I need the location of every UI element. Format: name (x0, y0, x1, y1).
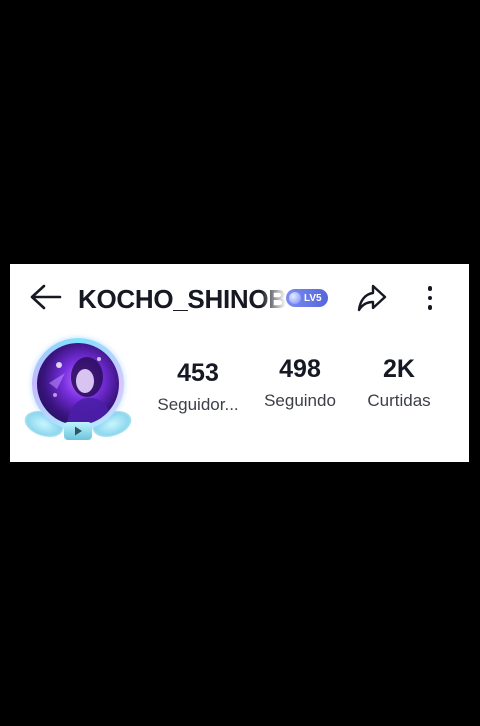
arrow-left-icon (30, 284, 62, 310)
avatar[interactable] (21, 334, 135, 446)
back-button[interactable] (28, 281, 64, 313)
followers-stat[interactable]: 453 Seguidor... (148, 358, 248, 417)
following-label: Seguindo (264, 391, 336, 410)
level-badge-label: LV5 (304, 292, 322, 304)
following-count: 498 (279, 355, 321, 383)
likes-stat[interactable]: 2K Curtidas (354, 354, 444, 413)
avatar-frame-icon (32, 338, 124, 430)
vertical-dots-icon (427, 286, 433, 291)
followers-count: 453 (177, 359, 219, 387)
avatar-image (37, 343, 119, 425)
following-stat[interactable]: 498 Seguindo (253, 354, 347, 413)
more-options-button[interactable] (418, 281, 442, 315)
avatar-illustration (49, 357, 113, 425)
likes-label: Curtidas (367, 391, 431, 410)
likes-count: 2K (383, 355, 415, 383)
profile-username: KOCHO_SHINOBU (78, 284, 286, 314)
profile-header-card: KOCHO_SHINOBU LV5 453 Seguidor... 498 Se… (10, 264, 469, 462)
avatar-play-badge (64, 422, 92, 440)
level-gem-icon (289, 292, 301, 304)
share-arrow-icon (357, 284, 387, 312)
followers-label: Seguidor... (157, 395, 239, 414)
play-icon (75, 426, 82, 436)
share-button[interactable] (354, 281, 390, 315)
vertical-dots-icon-dot (427, 305, 433, 310)
vertical-dots-icon-dot (427, 295, 433, 301)
level-badge[interactable]: LV5 (286, 289, 328, 307)
profile-stats: 453 Seguidor... 498 Seguindo 2K Curtidas (148, 350, 448, 430)
